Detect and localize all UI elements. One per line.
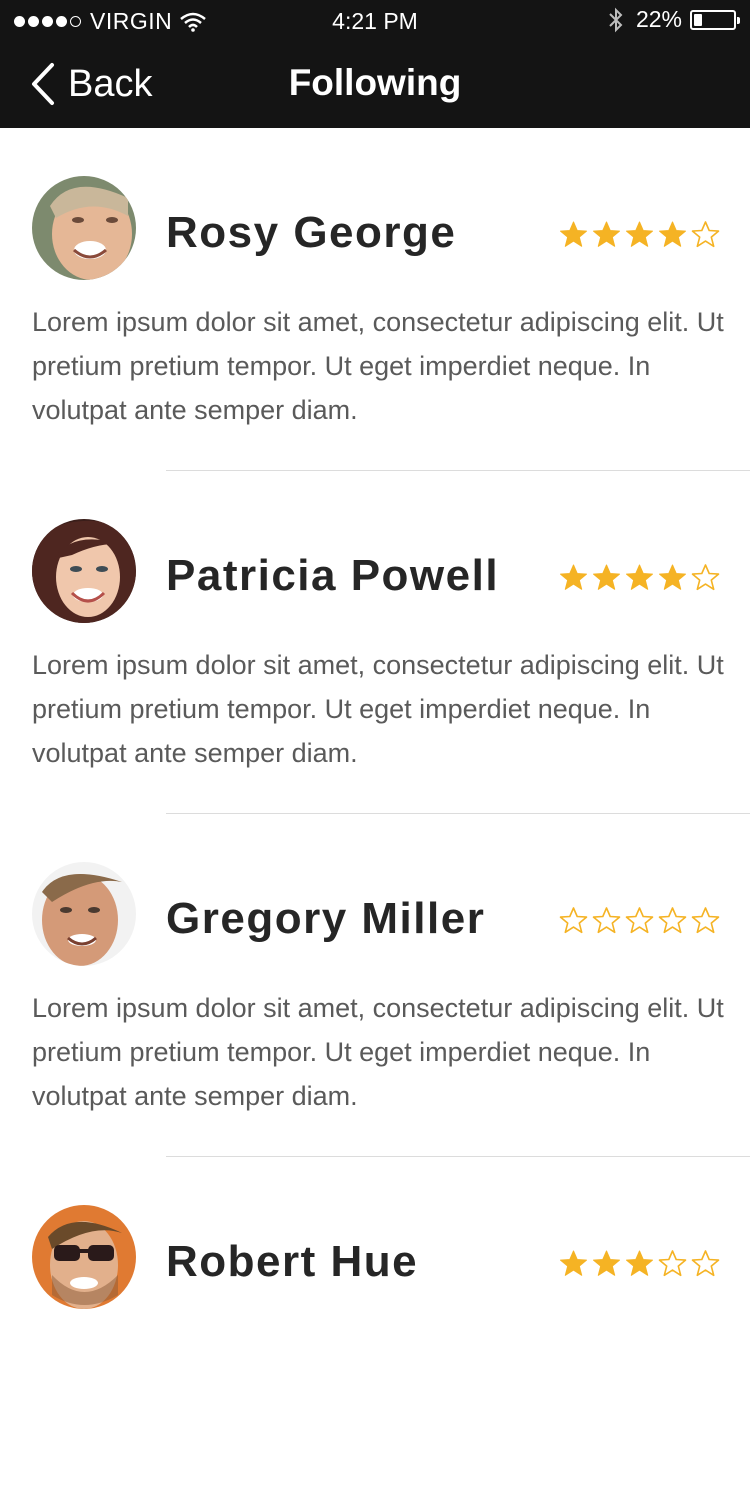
star-filled-icon (560, 221, 587, 247)
star-empty-icon (691, 907, 720, 934)
star-filled-icon (593, 564, 620, 590)
star-empty-icon (691, 1250, 720, 1277)
star-empty-icon (559, 907, 588, 934)
person-name: Patricia Powell (166, 551, 500, 600)
battery-percent: 22% (635, 6, 682, 32)
star-empty-icon (658, 1250, 687, 1277)
avatar (32, 862, 136, 966)
star-filled-icon (560, 1250, 587, 1276)
navigation-bar: Back Following (0, 42, 750, 128)
star-empty-icon (625, 907, 654, 934)
star-rating (559, 906, 720, 935)
person-description: Lorem ipsum dolor sit amet, consectetur … (32, 993, 724, 1111)
star-filled-icon (593, 1250, 620, 1276)
star-empty-icon (658, 907, 687, 934)
star-filled-icon (626, 564, 653, 590)
person-name: Rosy George (166, 208, 457, 257)
star-filled-icon (560, 564, 587, 590)
star-rating (559, 563, 720, 592)
star-empty-icon (592, 907, 621, 934)
star-rating (559, 220, 720, 249)
status-right: 22% (608, 6, 740, 33)
person-name: Robert Hue (166, 1237, 419, 1286)
avatar (32, 176, 136, 280)
page-title: Following (288, 62, 462, 103)
avatar (32, 519, 136, 623)
following-list: Rosy George Lorem ipsum dolor sit amet, … (0, 128, 750, 1500)
star-empty-icon (691, 221, 720, 248)
status-bar: VIRGIN 4:21 PM 22% (0, 0, 750, 42)
person-description: Lorem ipsum dolor sit amet, consectetur … (32, 307, 724, 425)
star-empty-icon (691, 564, 720, 591)
list-item[interactable]: Robert Hue (0, 1157, 750, 1500)
battery-icon (690, 9, 740, 30)
person-description: Lorem ipsum dolor sit amet, consectetur … (32, 650, 724, 768)
star-filled-icon (626, 1250, 653, 1276)
star-filled-icon (659, 564, 686, 590)
avatar (32, 1205, 136, 1309)
list-item[interactable]: Gregory Miller Lorem ipsum dolor sit ame… (0, 814, 750, 1157)
bluetooth-icon (609, 7, 623, 32)
star-filled-icon (626, 221, 653, 247)
list-item[interactable]: Rosy George Lorem ipsum dolor sit amet, … (0, 128, 750, 471)
star-filled-icon (593, 221, 620, 247)
star-rating (559, 1249, 720, 1278)
star-filled-icon (659, 221, 686, 247)
list-item[interactable]: Patricia Powell Lorem ipsum dolor sit am… (0, 471, 750, 814)
person-name: Gregory Miller (166, 894, 486, 943)
